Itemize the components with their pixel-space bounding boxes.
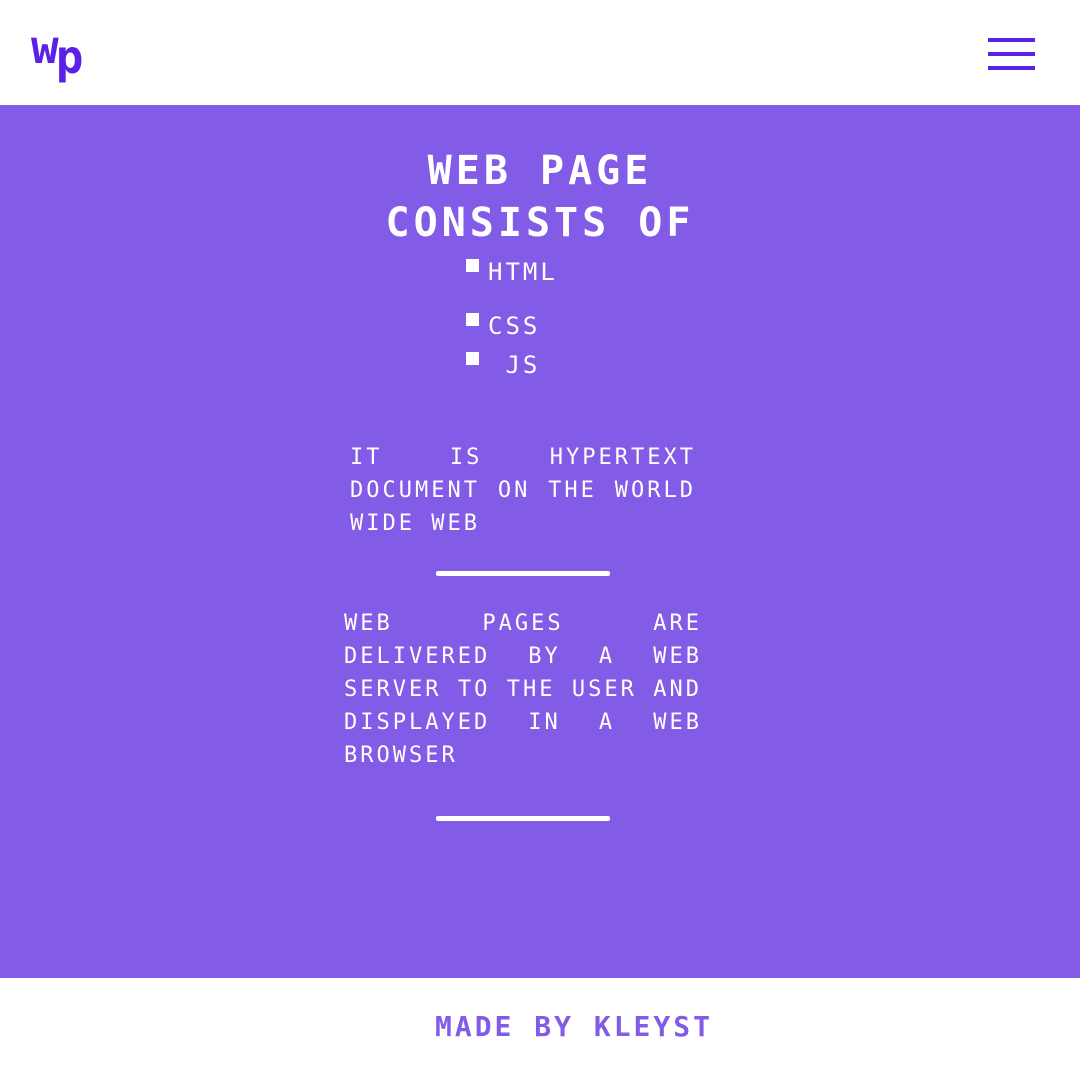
title-line-2: consists of [385,200,695,246]
list-item-label: html [488,258,558,286]
divider-line [436,816,610,821]
title-line-1: web page [427,148,653,194]
divider-line [436,571,610,576]
logo-letter-w: w [31,20,59,74]
bullet-icon [466,259,479,272]
menu-bar [988,38,1035,42]
main-content: web page consists of html css js it is h… [0,105,1080,978]
description-paragraph-1: it is hypertext document on the world wi… [350,445,696,536]
site-footer: made by kleyst [0,978,1080,1080]
site-header: wp [0,0,1080,105]
page-title: web page consists of [340,145,740,249]
hamburger-menu-icon[interactable] [988,38,1035,70]
description-paragraph-2: web pages are delivered by a web server … [344,611,702,768]
menu-bar [988,52,1035,56]
list-item-label: js [488,351,541,379]
bullet-icon [466,352,479,365]
menu-bar [988,66,1035,70]
list-item-css: css [466,311,540,341]
list-item-label: css [488,312,541,340]
list-item-js: js [466,350,540,380]
footer-credit: made by kleyst [434,1010,713,1043]
site-logo[interactable]: wp [31,24,83,80]
bullet-icon [466,313,479,326]
list-item-html: html [466,257,558,287]
logo-letter-p: p [55,30,84,84]
